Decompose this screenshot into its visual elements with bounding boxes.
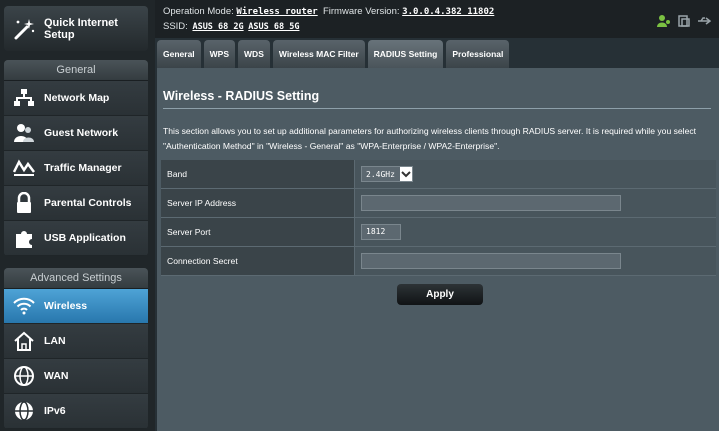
sidebar-item-label: Network Map <box>44 92 110 104</box>
sidebar-item-traffic-manager[interactable]: Traffic Manager <box>4 151 148 186</box>
operation-mode-link[interactable]: Wireless router <box>236 7 317 17</box>
usb-plug-icon[interactable] <box>697 14 712 33</box>
firmware-label: Firmware Version: <box>322 6 400 17</box>
ssid-2g-link[interactable]: ASUS_68_2G <box>192 22 243 32</box>
general-menu-title: General <box>4 60 148 81</box>
top-status-bar: Operation Mode: Wireless router Firmware… <box>155 0 719 38</box>
ssid-line: SSID: ASUS_68_2G ASUS_68_5G <box>163 21 299 32</box>
sidebar-item-label: Parental Controls <box>44 197 132 209</box>
advanced-settings-title: Advanced Settings <box>4 268 148 289</box>
quick-internet-setup-label: Quick Internet Setup <box>44 16 118 41</box>
server-port-input[interactable]: 1812 <box>361 224 401 240</box>
sidebar-item-usb-application[interactable]: USB Application <box>4 221 148 256</box>
band-select-value: 2.4GHz <box>366 169 395 179</box>
sidebar-item-wan[interactable]: WAN <box>4 359 148 394</box>
firmware-version-link[interactable]: 3.0.0.4.382_11802 <box>402 7 494 17</box>
server-port-label: Server Port <box>161 218 355 246</box>
wifi-icon <box>10 294 38 318</box>
usb-status-icon[interactable] <box>677 14 691 33</box>
radius-settings-table: Band 2.4GHz Server IP Address Server Por… <box>161 160 716 276</box>
network-map-icon <box>10 86 38 110</box>
connection-secret-label: Connection Secret <box>161 247 355 275</box>
server-ip-value-cell <box>355 189 716 217</box>
tab-bar: General WPS WDS Wireless MAC Filter RADI… <box>157 40 510 68</box>
title-divider <box>163 108 711 109</box>
operation-mode-label: Operation Mode: <box>163 6 234 17</box>
operation-mode-line: Operation Mode: Wireless router Firmware… <box>163 6 494 17</box>
server-port-value-cell: 1812 <box>355 218 716 246</box>
tab-wds[interactable]: WDS <box>238 40 270 68</box>
puzzle-icon <box>10 226 38 250</box>
magic-wand-icon <box>12 17 36 41</box>
apply-button[interactable]: Apply <box>397 284 483 305</box>
ssid-5g-link[interactable]: ASUS_68_5G <box>248 22 299 32</box>
server-ip-input[interactable] <box>361 195 621 211</box>
lock-icon <box>10 191 38 215</box>
ssid-label: SSID: <box>163 21 188 32</box>
tab-professional[interactable]: Professional <box>446 40 510 68</box>
sidebar-item-lan[interactable]: LAN <box>4 324 148 359</box>
sidebar-item-ipv6[interactable]: IPv6 <box>4 394 148 429</box>
sidebar-item-network-map[interactable]: Network Map <box>4 81 148 116</box>
sidebar-item-label: USB Application <box>44 232 126 244</box>
tab-wps[interactable]: WPS <box>203 40 236 68</box>
home-icon <box>10 329 38 353</box>
sidebar-item-label: WAN <box>44 370 69 382</box>
sidebar-item-wireless[interactable]: Wireless <box>4 289 148 324</box>
general-menu: General Network Map Guest Network Traffi… <box>4 60 148 256</box>
sidebar-item-label: Wireless <box>44 300 88 312</box>
connection-secret-input[interactable] <box>361 253 621 269</box>
page-title: Wireless - RADIUS Setting <box>163 89 320 103</box>
advanced-settings-menu: Advanced Settings Wireless LAN WAN IPv6 <box>4 268 148 429</box>
traffic-manager-icon <box>10 156 38 180</box>
sidebar-item-label: Guest Network <box>44 127 119 139</box>
server-port-row: Server Port 1812 <box>161 218 716 247</box>
client-status-icon[interactable] <box>657 14 671 33</box>
tab-wireless-mac-filter[interactable]: Wireless MAC Filter <box>272 40 365 68</box>
main-panel: Operation Mode: Wireless router Firmware… <box>155 0 719 431</box>
quick-internet-setup-button[interactable]: Quick Internet Setup <box>4 6 148 51</box>
sidebar-item-label: Traffic Manager <box>44 162 122 174</box>
page-description: This section allows you to set up additi… <box>163 126 697 151</box>
sidebar-item-parental-controls[interactable]: Parental Controls <box>4 186 148 221</box>
chevron-down-icon <box>400 167 412 181</box>
tab-radius-setting[interactable]: RADIUS Setting <box>367 40 444 68</box>
guest-network-icon <box>10 121 38 145</box>
server-ip-label: Server IP Address <box>161 189 355 217</box>
status-icons <box>657 14 712 33</box>
ipv6-globe-icon <box>10 399 38 423</box>
sidebar: Quick Internet Setup General Network Map… <box>0 0 155 431</box>
tab-general[interactable]: General <box>157 40 201 68</box>
connection-secret-value-cell <box>355 247 716 275</box>
sidebar-item-label: LAN <box>44 335 66 347</box>
sidebar-item-label: IPv6 <box>44 405 66 417</box>
server-ip-row: Server IP Address <box>161 189 716 218</box>
band-label: Band <box>161 160 355 188</box>
band-row: Band 2.4GHz <box>161 160 716 189</box>
band-value-cell: 2.4GHz <box>355 160 716 188</box>
content-panel: Wireless - RADIUS Setting This section a… <box>157 68 719 431</box>
connection-secret-row: Connection Secret <box>161 247 716 276</box>
band-select[interactable]: 2.4GHz <box>361 166 413 182</box>
globe-icon <box>10 364 38 388</box>
sidebar-item-guest-network[interactable]: Guest Network <box>4 116 148 151</box>
